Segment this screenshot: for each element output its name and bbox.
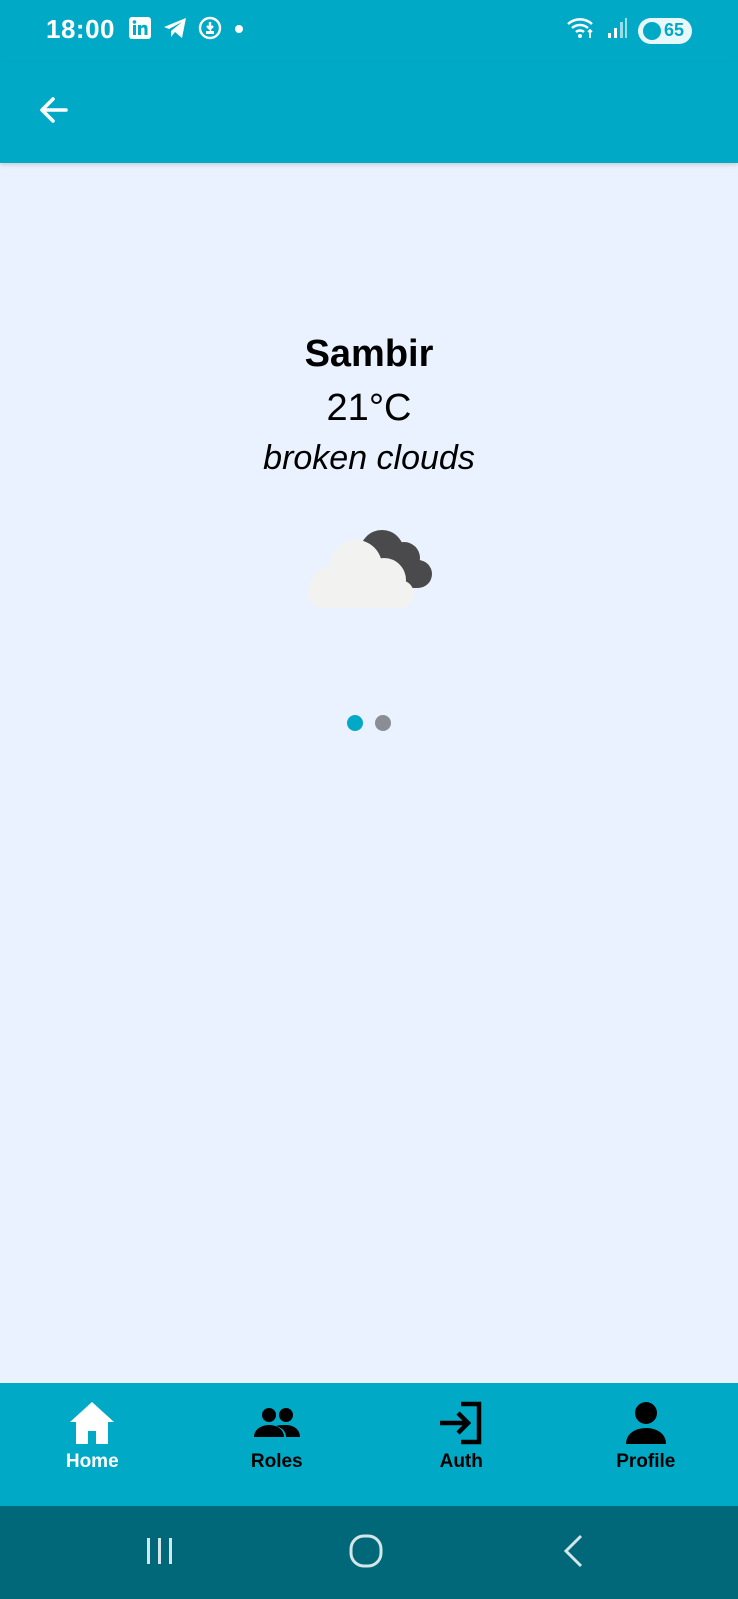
login-icon <box>435 1397 487 1449</box>
nav-item-home[interactable]: Home <box>0 1383 185 1506</box>
home-icon <box>66 1397 118 1449</box>
weather-description: broken clouds <box>263 439 475 477</box>
city-name: Sambir <box>304 333 434 375</box>
signal-icon <box>606 16 628 45</box>
nav-label-profile: Profile <box>616 1451 676 1472</box>
system-home-button[interactable] <box>336 1528 396 1578</box>
notification-dot-icon <box>232 16 246 45</box>
nav-item-roles[interactable]: Roles <box>185 1383 370 1506</box>
back-chevron-icon <box>559 1533 589 1574</box>
wifi-icon <box>566 16 596 45</box>
bottom-navigation: Home Roles Auth Profile <box>0 1383 738 1506</box>
recents-button[interactable] <box>130 1528 190 1578</box>
weather-card: Sambir 21°C broken clouds <box>0 326 738 482</box>
people-icon <box>251 1397 303 1449</box>
vpn-icon <box>198 16 222 45</box>
back-button[interactable] <box>28 86 80 138</box>
battery-icon: 65 <box>638 17 692 44</box>
nav-label-auth: Auth <box>439 1451 483 1472</box>
nav-label-roles: Roles <box>250 1451 303 1472</box>
temperature: 21°C <box>326 387 412 429</box>
system-back-button[interactable] <box>544 1528 604 1578</box>
app-bar <box>0 62 738 163</box>
page-indicator <box>0 715 738 731</box>
battery-level: 65 <box>663 20 684 40</box>
recents-icon <box>143 1536 177 1571</box>
arrow-left-icon <box>36 92 72 133</box>
telegram-icon <box>162 16 188 45</box>
system-navigation-bar <box>0 1506 738 1599</box>
status-time: 18:00 <box>46 14 115 44</box>
nav-item-profile[interactable]: Profile <box>554 1383 738 1506</box>
page-dot[interactable] <box>375 715 391 731</box>
status-bar: 18:00 65 <box>0 0 738 62</box>
nav-item-auth[interactable]: Auth <box>369 1383 554 1506</box>
broken-clouds-icon <box>296 522 446 622</box>
person-icon <box>620 1397 672 1449</box>
page-dot-active[interactable] <box>347 715 363 731</box>
home-circle-icon <box>348 1533 384 1574</box>
nav-label-home: Home <box>65 1451 119 1472</box>
linkedin-icon <box>128 16 152 45</box>
